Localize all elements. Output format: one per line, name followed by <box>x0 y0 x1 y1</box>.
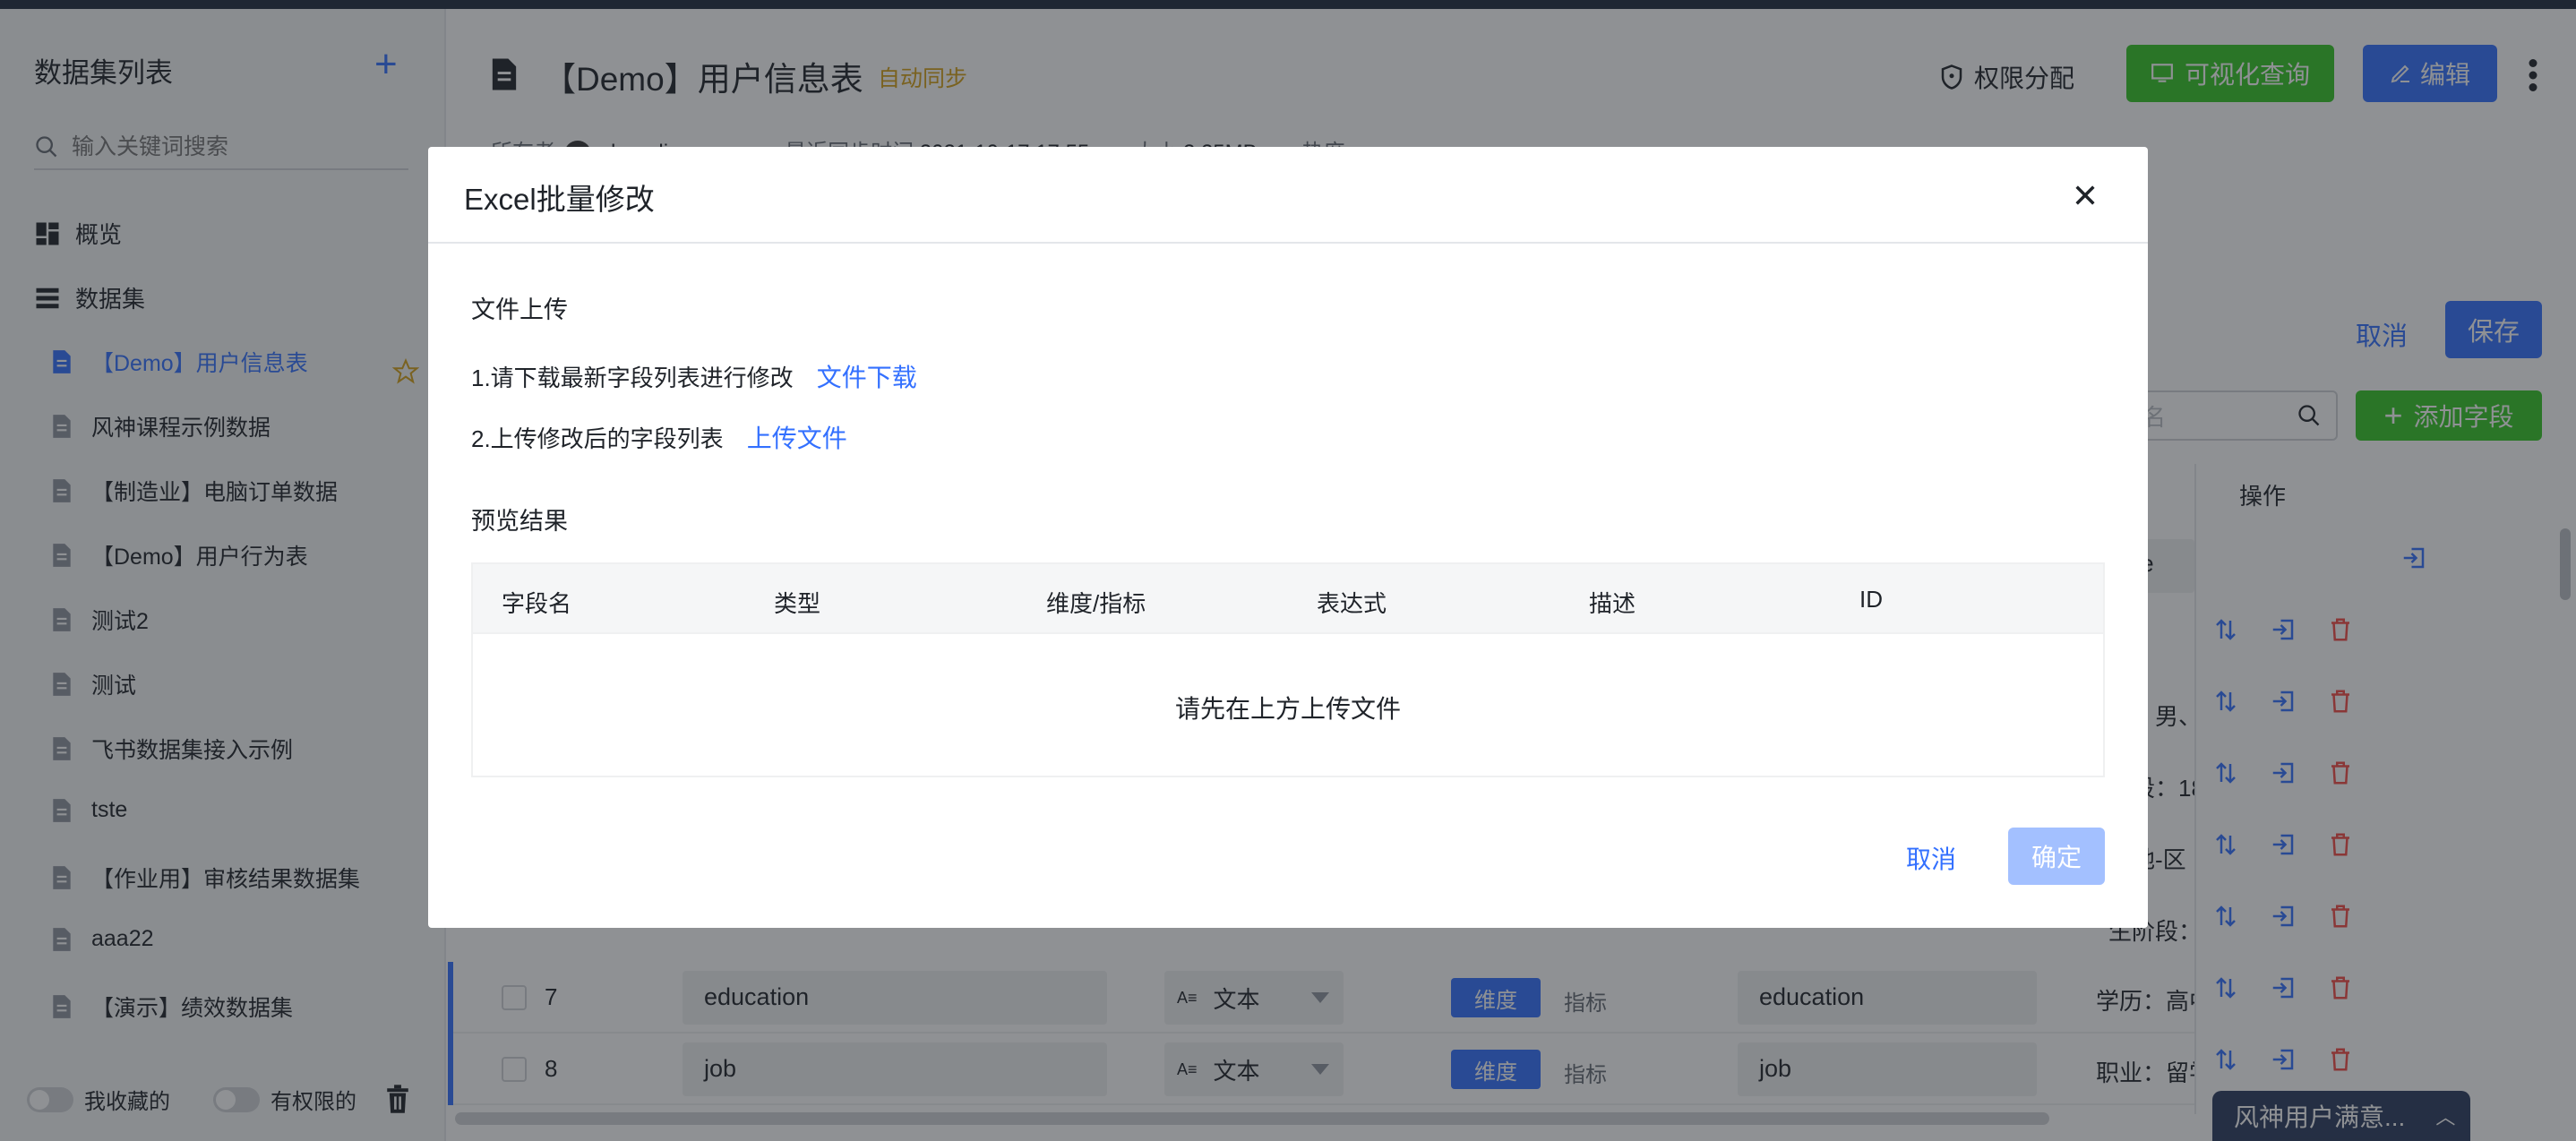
column-header: 类型 <box>774 590 821 617</box>
upload-section-title: 文件上传 <box>471 296 568 323</box>
step-upload-text: 2.上传修改后的字段列表 <box>471 425 724 452</box>
column-header: ID <box>1859 586 1883 613</box>
preview-section-title: 预览结果 <box>471 508 568 535</box>
column-header: 描述 <box>1589 590 1636 617</box>
upload-file-link[interactable]: 上传文件 <box>747 425 847 452</box>
column-header: 维度/指标 <box>1046 590 1146 617</box>
modal-divider <box>428 242 2148 244</box>
step-download-text: 1.请下载最新字段列表进行修改 <box>471 365 794 391</box>
empty-state-text: 请先在上方上传文件 <box>1174 695 1401 723</box>
modal-confirm-button[interactable]: 确定 <box>2008 828 2105 885</box>
column-header: 表达式 <box>1317 590 1387 617</box>
download-file-link[interactable]: 文件下载 <box>817 364 917 391</box>
column-header: 字段名 <box>502 590 572 617</box>
step-download: 1.请下载最新字段列表进行修改 文件下载 <box>471 358 917 394</box>
modal-title: Excel批量修改 <box>464 183 655 216</box>
excel-batch-modal: Excel批量修改 文件上传 1.请下载最新字段列表进行修改 文件下载 2.上传修… <box>428 147 2148 928</box>
step-upload: 2.上传修改后的字段列表 上传文件 <box>471 419 847 455</box>
preview-table-header: 字段名 类型 维度/指标 表达式 描述 ID <box>473 564 2103 634</box>
preview-table: 字段名 类型 维度/指标 表达式 描述 ID 请先在上方上传文件 <box>471 562 2105 777</box>
modal-cancel-button[interactable]: 取消 <box>1906 840 1956 876</box>
close-icon[interactable] <box>2073 183 2098 208</box>
